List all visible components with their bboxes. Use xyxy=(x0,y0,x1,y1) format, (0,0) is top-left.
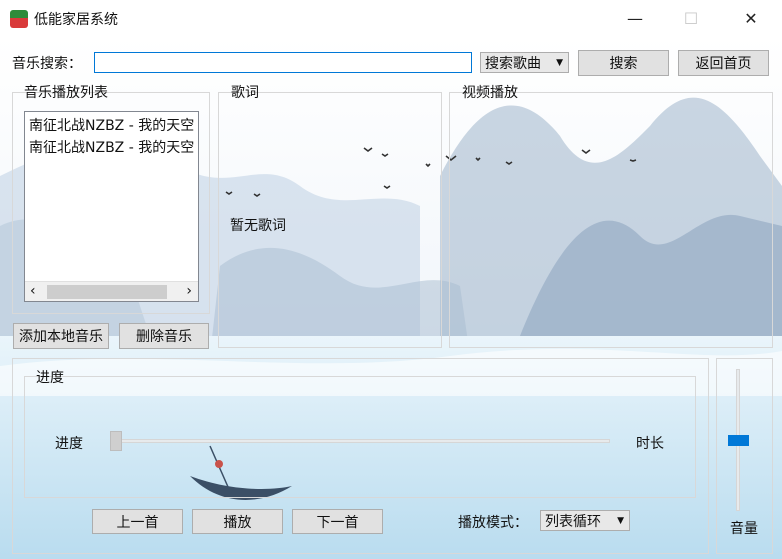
search-label: 音乐搜索： xyxy=(12,56,82,72)
maximize-button[interactable]: ☐ xyxy=(668,0,714,36)
progress-track[interactable] xyxy=(112,439,610,443)
play-mode-select[interactable]: 列表循环 ▼ xyxy=(540,510,630,531)
playlist-item[interactable]: 南征北战NZBZ - 我的天空 xyxy=(25,137,198,159)
search-mode-select[interactable]: 搜索歌曲 ▼ xyxy=(480,52,569,73)
add-local-music-button[interactable]: 添加本地音乐 xyxy=(13,323,109,349)
volume-label: 音量 xyxy=(730,521,758,537)
progress-group-title: 进度 xyxy=(36,370,64,386)
minimize-icon: — xyxy=(627,8,643,28)
scrollbar-thumb[interactable] xyxy=(47,285,167,299)
playlist-horizontal-scrollbar[interactable]: ‹ › xyxy=(25,281,198,301)
video-group xyxy=(449,92,773,348)
progress-group xyxy=(24,376,696,498)
search-button[interactable]: 搜索 xyxy=(578,50,669,76)
home-button[interactable]: 返回首页 xyxy=(678,50,769,76)
previous-track-button[interactable]: 上一首 xyxy=(92,509,183,534)
search-mode-value: 搜索歌曲 xyxy=(485,55,541,72)
lyrics-placeholder: 暂无歌词 xyxy=(230,218,286,234)
close-icon: ✕ xyxy=(744,8,758,28)
chevron-down-icon: ▼ xyxy=(617,515,624,526)
play-button[interactable]: 播放 xyxy=(192,509,283,534)
playlist-item[interactable]: 南征北战NZBZ - 我的天空 xyxy=(25,115,198,137)
close-button[interactable]: ✕ xyxy=(728,0,774,36)
playlist-listbox[interactable]: 南征北战NZBZ - 我的天空 南征北战NZBZ - 我的天空 ‹ › xyxy=(24,111,199,302)
next-track-button[interactable]: 下一首 xyxy=(292,509,383,534)
progress-label: 进度 xyxy=(55,436,83,452)
search-input[interactable] xyxy=(94,52,472,73)
playlist-title: 音乐播放列表 xyxy=(24,85,108,101)
volume-slider-handle[interactable] xyxy=(728,434,749,446)
chevron-down-icon: ▼ xyxy=(556,57,563,68)
minimize-button[interactable]: — xyxy=(612,0,658,36)
window-title: 低能家居系统 xyxy=(34,12,118,28)
progress-slider-handle[interactable] xyxy=(110,431,122,451)
delete-music-button[interactable]: 删除音乐 xyxy=(119,323,209,349)
scroll-right-icon[interactable]: › xyxy=(186,283,192,299)
maximize-icon: ☐ xyxy=(683,8,699,28)
duration-label: 时长 xyxy=(636,436,664,452)
app-icon xyxy=(10,10,28,28)
video-title: 视频播放 xyxy=(462,85,518,101)
lyrics-title: 歌词 xyxy=(231,85,259,101)
scroll-left-icon[interactable]: ‹ xyxy=(30,283,36,299)
play-mode-label: 播放模式： xyxy=(458,515,528,531)
play-mode-value: 列表循环 xyxy=(545,513,601,530)
